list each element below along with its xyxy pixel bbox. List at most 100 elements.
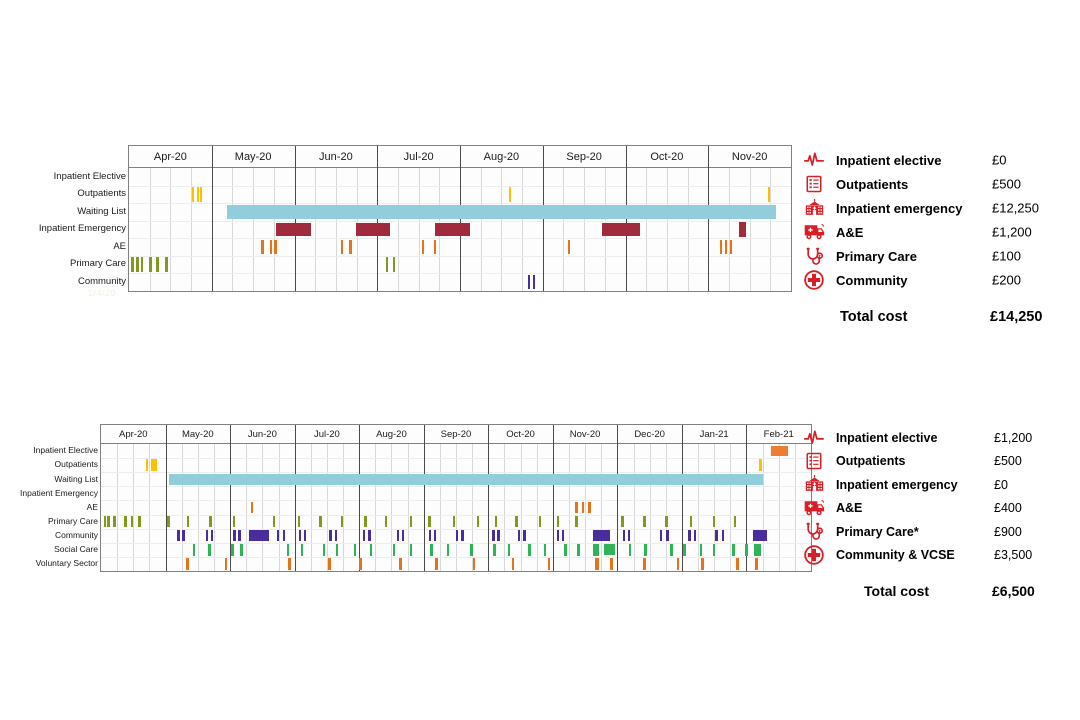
event-mark	[297, 515, 301, 528]
month-label: Nov-20	[731, 151, 768, 163]
event-mark	[628, 544, 632, 556]
event-mark	[515, 515, 518, 528]
event-mark	[446, 544, 450, 556]
gridline-month	[424, 425, 425, 571]
event-mark	[349, 239, 352, 255]
ambulance-icon	[802, 221, 826, 243]
event-mark	[124, 515, 127, 528]
event-mark	[145, 459, 148, 471]
gridline-minor	[343, 444, 344, 571]
event-mark	[140, 257, 144, 272]
chart-top-row-labels: Inpatient Elective Outpatients Waiting Lis…	[0, 140, 126, 300]
event-mark	[435, 222, 470, 237]
gridline-month	[295, 425, 296, 571]
legend-item: Inpatient elective £1,200	[802, 426, 1080, 450]
event-mark	[588, 501, 591, 514]
total-cost-label: Total cost	[840, 309, 908, 325]
event-mark	[261, 239, 264, 255]
event-mark	[168, 473, 763, 485]
legend-item-label: Outpatients	[836, 176, 909, 192]
row-label-voluntary-sector: Voluntary Sector	[35, 558, 98, 569]
event-mark	[288, 558, 291, 570]
event-mark	[385, 515, 388, 528]
event-mark	[622, 529, 625, 542]
event-mark	[355, 222, 391, 237]
chart-bottom-plot: Apr-20 May-20 Jun-20 Jul-20 Aug-20 Sep-20 Oct-…	[100, 424, 812, 572]
event-mark	[177, 529, 180, 542]
event-mark	[368, 529, 371, 542]
gridline-minor	[634, 444, 635, 571]
event-mark	[392, 544, 396, 556]
event-mark	[154, 459, 157, 471]
event-mark	[433, 239, 436, 255]
event-mark	[428, 515, 431, 528]
event-mark	[733, 515, 736, 528]
legend-item: Outpatients £500	[802, 172, 1080, 196]
event-mark	[456, 529, 459, 542]
event-mark	[602, 222, 641, 237]
legend-item: Outpatients £500	[802, 450, 1080, 474]
legend-item: Community £200	[802, 268, 1080, 292]
event-mark	[595, 558, 600, 570]
legend-item-value: £0	[992, 152, 1007, 168]
event-mark	[354, 544, 357, 556]
hospital-icon	[802, 474, 826, 496]
event-mark	[238, 529, 241, 542]
event-mark	[494, 515, 498, 528]
event-mark	[107, 515, 110, 528]
month-label: Jan-21	[699, 429, 729, 440]
cross-circle-icon	[802, 269, 826, 291]
gridline-horizontal	[101, 557, 811, 558]
event-mark	[567, 239, 570, 255]
event-mark	[186, 515, 190, 528]
event-mark	[149, 257, 152, 272]
event-mark	[752, 530, 768, 542]
row-label-waiting-list: Waiting List	[54, 473, 98, 484]
event-mark	[240, 544, 243, 556]
event-mark	[205, 529, 208, 542]
event-mark	[676, 558, 680, 570]
event-mark	[186, 558, 189, 570]
legend-item-label: Community	[836, 272, 908, 288]
event-mark	[199, 187, 203, 202]
event-mark	[286, 544, 290, 556]
month-label: Nov-20	[569, 429, 601, 440]
event-mark	[340, 239, 344, 255]
event-mark	[409, 544, 412, 556]
event-mark	[511, 558, 514, 570]
gridline-horizontal	[101, 515, 811, 516]
event-mark	[493, 544, 496, 556]
row-label-inpatient-elective: Inpatient Elective	[53, 170, 126, 182]
gridline-horizontal	[101, 458, 811, 459]
legend-item-label: Inpatient elective	[836, 152, 942, 168]
legend-item-value: £900	[994, 524, 1022, 539]
heartbeat-icon	[802, 149, 826, 171]
event-mark	[670, 544, 673, 556]
event-mark	[693, 529, 696, 542]
legend-item-value: £200	[992, 272, 1021, 288]
event-mark	[231, 544, 234, 556]
month-label: May-20	[234, 151, 272, 163]
event-mark	[575, 515, 578, 528]
month-label: May-20	[181, 429, 214, 440]
gridline-minor	[117, 444, 118, 571]
event-mark	[131, 257, 134, 272]
event-mark	[556, 529, 560, 542]
total-cost-value: £14,250	[990, 309, 1043, 325]
event-mark	[210, 529, 214, 542]
gridline-minor	[779, 444, 780, 571]
chart-bottom-row-labels: Inpatient Elective Outpatients Waiting Lis…	[0, 420, 98, 580]
event-mark	[421, 239, 425, 255]
event-mark	[547, 558, 551, 570]
heartbeat-icon	[802, 427, 826, 449]
event-mark	[399, 558, 402, 570]
event-mark	[113, 515, 116, 528]
gridline-month	[488, 425, 489, 571]
month-label: Jun-20	[247, 429, 277, 440]
event-mark	[434, 529, 437, 542]
event-mark	[666, 529, 669, 542]
month-label: Aug-20	[376, 429, 407, 440]
event-mark	[577, 544, 580, 556]
event-mark	[319, 515, 322, 528]
event-mark	[385, 257, 388, 272]
